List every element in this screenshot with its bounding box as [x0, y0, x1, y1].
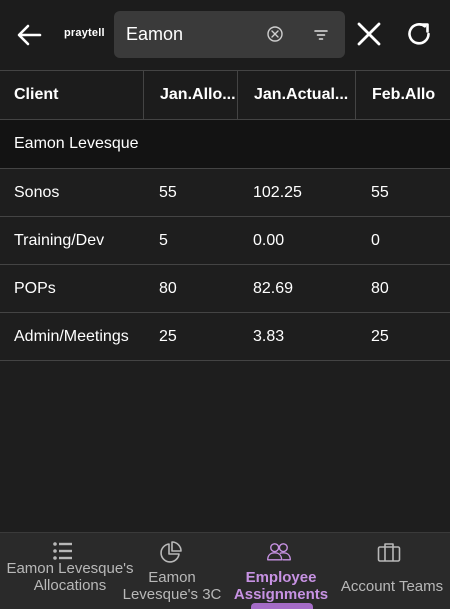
cell-jan-allocation: 55 [159, 183, 177, 201]
briefcase-icon [377, 543, 401, 562]
people-icon [267, 543, 291, 561]
cell-client: Sonos [14, 183, 60, 201]
filter-button[interactable] [312, 26, 330, 44]
cell-feb-allocation: 80 [371, 279, 389, 297]
active-tab-indicator [251, 603, 313, 609]
cell-jan-actual: 102.25 [253, 183, 302, 201]
column-header-client[interactable]: Client [14, 71, 142, 119]
nav-label: Eamon Levesque's 3C [122, 569, 222, 603]
group-row[interactable]: Eamon Levesque [0, 120, 450, 169]
search-box[interactable] [114, 11, 345, 58]
search-input[interactable] [126, 19, 266, 49]
close-search-button[interactable] [354, 19, 384, 49]
group-label: Eamon Levesque [14, 135, 139, 152]
cell-feb-allocation: 25 [371, 327, 389, 345]
table-header-row: Client Jan.Allo... Jan.Actual... Feb.All… [0, 70, 450, 120]
refresh-button[interactable] [403, 18, 435, 50]
cell-jan-actual: 0.00 [253, 231, 285, 249]
nav-label: Account Teams [340, 578, 444, 595]
clear-search-button[interactable] [266, 25, 284, 43]
cell-jan-allocation: 5 [159, 231, 168, 249]
table-row[interactable]: POPs 80 82.69 80 [0, 265, 450, 313]
cell-jan-allocation: 80 [159, 279, 177, 297]
back-arrow-icon [17, 24, 42, 46]
close-icon [357, 22, 381, 46]
refresh-icon [408, 23, 430, 45]
cell-client: Admin/Meetings [14, 327, 129, 345]
cell-client: POPs [14, 279, 56, 297]
cell-client: Training/Dev [14, 231, 105, 249]
app-root: praytell Eamon Client Jan.Allo... Jan.Ac… [0, 0, 450, 609]
nav-label: Employee Assignments [233, 569, 329, 603]
back-button[interactable] [14, 19, 46, 51]
cell-feb-allocation: 0 [371, 231, 380, 249]
column-header-jan-actual[interactable]: Jan.Actual... [237, 71, 355, 119]
nav-item-employee-assignments[interactable]: Employee Assignments [230, 533, 332, 609]
column-header-feb-allocation[interactable]: Feb.Allo [355, 71, 450, 119]
bottom-navigation: Eamon Levesque's Allocations Eamon Leves… [0, 532, 450, 609]
cell-jan-actual: 82.69 [253, 279, 294, 297]
cell-feb-allocation: 55 [371, 183, 389, 201]
top-bar: praytell [0, 0, 450, 70]
nav-item-account-teams[interactable]: Account Teams [334, 533, 450, 609]
cell-jan-allocation: 25 [159, 327, 177, 345]
pie-chart-icon [160, 541, 182, 563]
column-header-jan-allocation[interactable]: Jan.Allo... [143, 71, 236, 119]
table-row[interactable]: Training/Dev 5 0.00 0 [0, 217, 450, 265]
table-row[interactable]: Admin/Meetings 25 3.83 25 [0, 313, 450, 361]
nav-item-3c[interactable]: Eamon Levesque's 3C [116, 533, 228, 609]
allocations-table: Client Jan.Allo... Jan.Actual... Feb.All… [0, 70, 450, 361]
cell-jan-actual: 3.83 [253, 327, 285, 345]
app-logo: praytell [64, 27, 105, 39]
clear-circle-icon [267, 26, 283, 42]
table-row[interactable]: Sonos 55 102.25 55 [0, 169, 450, 217]
filter-icon [314, 30, 328, 40]
